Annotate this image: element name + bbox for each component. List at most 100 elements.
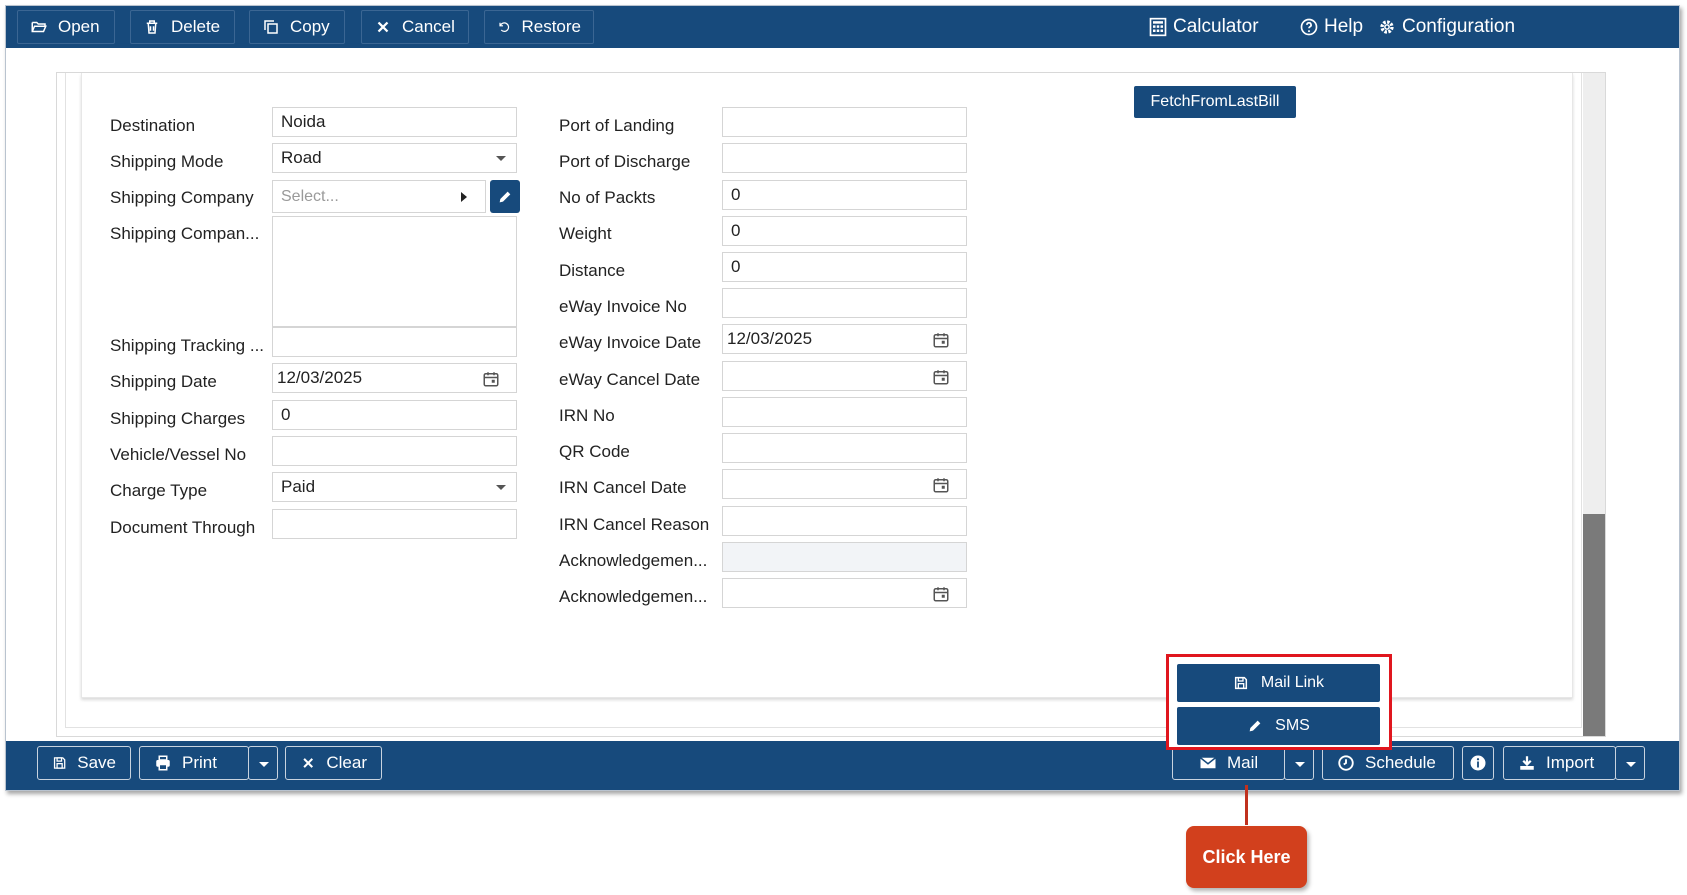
calendar-icon[interactable]: [932, 368, 950, 386]
bottom-toolbar: Save Print Clear Mail Schedule Import: [6, 741, 1679, 790]
eway-invoice-no-field[interactable]: [722, 288, 967, 318]
shipping-charges-field[interactable]: 0: [272, 400, 517, 430]
irn-no-field[interactable]: [722, 397, 967, 427]
print-dropdown-toggle[interactable]: [248, 746, 278, 780]
shipping-tracking-field[interactable]: [272, 327, 517, 357]
shipping-tracking-label: Shipping Tracking ...: [110, 336, 265, 355]
shipping-mode-label: Shipping Mode: [110, 152, 224, 171]
restore-button[interactable]: Restore: [484, 10, 594, 44]
qr-code-label: QR Code: [559, 442, 630, 461]
shipping-mode-select[interactable]: Road: [272, 143, 517, 173]
charge-type-value: Paid: [281, 477, 316, 496]
scrollbar-thumb[interactable]: [1583, 514, 1605, 736]
mail-dropdown-highlight: Mail Link SMS: [1166, 654, 1392, 750]
eway-invoice-no-label: eWay Invoice No: [559, 297, 687, 316]
import-button[interactable]: Import: [1503, 746, 1616, 780]
weight-label: Weight: [559, 224, 612, 243]
clear-button[interactable]: Clear: [285, 746, 382, 780]
floppy-disk-icon: [1234, 676, 1247, 690]
help-button[interactable]: Help: [1299, 6, 1363, 48]
click-here-callout: Click Here: [1186, 826, 1307, 888]
shipping-company-address-textarea[interactable]: [272, 216, 517, 327]
acknowledgement-no-label: Acknowledgemen...: [559, 551, 708, 570]
vehicle-no-label: Vehicle/Vessel No: [110, 445, 247, 464]
edit-shipping-company-button[interactable]: [490, 180, 520, 213]
save-button[interactable]: Save: [37, 746, 131, 780]
shipping-charges-label: Shipping Charges: [110, 409, 246, 428]
charge-type-label: Charge Type: [110, 481, 208, 500]
open-button[interactable]: Open: [17, 10, 115, 44]
chevron-right-icon: [461, 192, 467, 202]
fetch-from-last-bill-button[interactable]: FetchFromLastBill: [1134, 86, 1296, 118]
qr-code-field[interactable]: [722, 433, 967, 463]
info-button[interactable]: [1462, 746, 1494, 780]
distance-field[interactable]: 0: [722, 252, 967, 282]
eway-invoice-date-value: 12/03/2025: [727, 329, 813, 348]
mail-link-menu-item[interactable]: Mail Link: [1177, 664, 1380, 702]
irn-cancel-date-field[interactable]: [722, 469, 967, 499]
eway-invoice-date-label: eWay Invoice Date: [559, 333, 702, 352]
irn-cancel-date-label: IRN Cancel Date: [559, 478, 687, 497]
eway-cancel-date-field[interactable]: [722, 361, 967, 391]
port-of-discharge-label: Port of Discharge: [559, 152, 691, 171]
top-toolbar: Open Delete Copy Cancel Restore Calculat…: [6, 6, 1679, 48]
document-through-field[interactable]: [272, 509, 517, 539]
pencil-icon: [499, 191, 511, 202]
download-icon: [1520, 756, 1534, 770]
scrollbar[interactable]: [1583, 73, 1605, 736]
pencil-icon: [1249, 720, 1261, 732]
eway-invoice-date-field[interactable]: 12/03/2025: [722, 324, 967, 354]
sms-menu-item[interactable]: SMS: [1177, 707, 1380, 745]
clock-icon: [1338, 755, 1354, 771]
import-dropdown-toggle[interactable]: [1615, 746, 1645, 780]
mail-dropdown-toggle[interactable]: [1284, 746, 1314, 780]
no-of-packts-label: No of Packts: [559, 188, 656, 207]
acknowledgement-date-field[interactable]: [722, 578, 967, 608]
destination-label: Destination: [110, 116, 196, 135]
port-of-discharge-field[interactable]: [722, 143, 967, 173]
irn-no-label: IRN No: [559, 406, 615, 425]
calendar-icon[interactable]: [932, 585, 950, 603]
configuration-button[interactable]: Configuration: [1377, 6, 1515, 48]
chevron-down-icon: [259, 762, 269, 767]
eway-cancel-date-label: eWay Cancel Date: [559, 370, 701, 389]
mail-button[interactable]: Mail: [1172, 746, 1285, 780]
copy-icon: [264, 20, 278, 34]
help-circle-icon: [1300, 18, 1318, 36]
calculator-button[interactable]: Calculator: [1148, 6, 1259, 48]
shipping-date-value: 12/03/2025: [277, 368, 363, 387]
undo-icon: [499, 22, 510, 32]
close-icon: [303, 758, 314, 768]
calculator-icon: [1149, 17, 1167, 37]
acknowledgement-no-field: [722, 542, 967, 572]
chevron-down-icon: [1295, 762, 1305, 767]
gear-icon: [1380, 20, 1394, 34]
folder-open-icon: [31, 21, 47, 33]
weight-field[interactable]: 0: [722, 216, 967, 246]
calendar-icon[interactable]: [482, 370, 500, 388]
copy-button[interactable]: Copy: [249, 10, 345, 44]
schedule-button[interactable]: Schedule: [1322, 746, 1454, 780]
printer-icon: [156, 755, 170, 771]
port-of-landing-field[interactable]: [722, 107, 967, 137]
trash-icon: [146, 20, 158, 34]
destination-field[interactable]: Noida: [272, 107, 517, 137]
delete-button[interactable]: Delete: [130, 10, 235, 44]
shipping-company-select[interactable]: Select...: [272, 180, 486, 213]
cancel-button[interactable]: Cancel: [361, 10, 469, 44]
floppy-disk-icon: [53, 757, 66, 769]
shipping-company-placeholder: Select...: [281, 187, 339, 205]
no-of-packts-field[interactable]: 0: [722, 180, 967, 210]
port-of-landing-label: Port of Landing: [559, 116, 675, 135]
irn-cancel-reason-field[interactable]: [722, 506, 967, 536]
shipping-date-field[interactable]: 12/03/2025: [272, 363, 517, 393]
calendar-icon[interactable]: [932, 476, 950, 494]
shipping-date-label: Shipping Date: [110, 372, 217, 391]
chevron-down-icon: [1626, 762, 1636, 767]
print-button[interactable]: Print: [139, 746, 249, 780]
charge-type-select[interactable]: Paid: [272, 472, 517, 502]
info-icon: [1470, 755, 1486, 771]
vehicle-no-field[interactable]: [272, 436, 517, 466]
calendar-icon[interactable]: [932, 331, 950, 349]
irn-cancel-reason-label: IRN Cancel Reason: [559, 515, 710, 534]
